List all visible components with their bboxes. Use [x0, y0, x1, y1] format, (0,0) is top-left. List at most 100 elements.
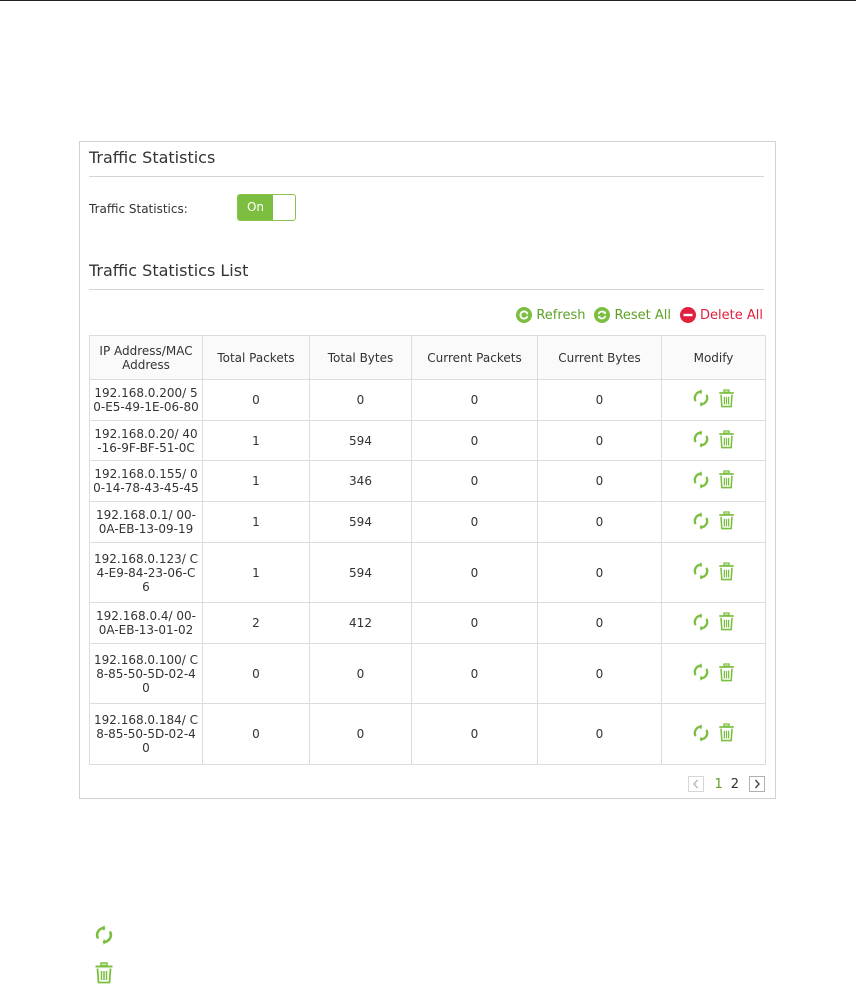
modify-cell — [661, 501, 766, 543]
current-bytes-cell: 0 — [537, 643, 662, 705]
total-bytes-cell: 0 — [309, 643, 412, 705]
table-row: 192.168.0.1/ 00-0A-EB-13-09-19 1 594 0 0 — [89, 501, 766, 543]
modify-cell — [661, 643, 766, 705]
traffic-statistics-table: IP Address/MAC Address Total Packets Tot… — [89, 335, 766, 765]
table-row: 192.168.0.200/ 50-E5-49-1E-06-80 0 0 0 0 — [89, 379, 766, 421]
refresh-label: Refresh — [536, 307, 586, 323]
top-rule — [0, 0, 856, 1]
ip-mac-cell: 192.168.0.200/ 50-E5-49-1E-06-80 — [89, 379, 203, 421]
total-packets-cell: 0 — [202, 379, 310, 421]
total-bytes-cell: 594 — [309, 419, 412, 462]
section-title-statistics-list: Traffic Statistics List — [89, 261, 249, 280]
refresh-button[interactable]: Refresh — [516, 307, 585, 323]
refresh-arrows-icon[interactable] — [692, 663, 710, 684]
next-page-button[interactable] — [749, 776, 765, 792]
total-bytes-cell: 0 — [309, 379, 412, 421]
ip-mac-cell: 192.168.0.20/ 40-16-9F-BF-51-0C — [89, 419, 203, 462]
page-2-link[interactable]: 2 — [731, 777, 739, 792]
current-bytes-cell: 0 — [537, 541, 662, 604]
ip-mac-cell: 192.168.0.123/ C4-E9-84-23-06-C6 — [89, 541, 203, 604]
current-packets-cell: 0 — [411, 419, 538, 462]
toggle-on-label: On — [238, 195, 273, 220]
total-packets-cell: 1 — [202, 541, 310, 604]
modify-cell — [661, 602, 766, 645]
page-1-link[interactable]: 1 — [714, 777, 722, 792]
refresh-arrows-icon[interactable] — [692, 471, 710, 492]
current-packets-cell: 0 — [411, 460, 538, 503]
column-header-ip-mac: IP Address/MAC Address — [89, 335, 203, 380]
trash-icon[interactable] — [718, 470, 735, 492]
refresh-arrows-icon[interactable] — [692, 562, 710, 583]
refresh-arrows-icon[interactable] — [692, 612, 710, 634]
chevron-right-icon — [754, 779, 760, 789]
total-bytes-cell: 412 — [309, 602, 412, 645]
current-packets-cell: 0 — [411, 643, 538, 705]
table-row: 192.168.0.155/ 00-14-78-43-45-45 1 346 0 0 — [89, 460, 766, 503]
modify-cell — [661, 703, 766, 765]
current-packets-cell: 0 — [411, 602, 538, 645]
modify-cell — [661, 379, 766, 421]
table-header-row: IP Address/MAC Address Total Packets Tot… — [89, 335, 766, 380]
trash-icon[interactable] — [718, 429, 735, 452]
ip-mac-cell: 192.168.0.184/ C8-85-50-5D-02-40 — [89, 703, 203, 765]
trash-icon[interactable] — [718, 511, 735, 533]
trash-icon[interactable] — [718, 612, 735, 634]
total-bytes-cell: 346 — [309, 460, 412, 503]
table-row: 192.168.0.100/ C8-85-50-5D-02-40 0 0 0 0 — [89, 643, 766, 705]
section-title-traffic-statistics: Traffic Statistics — [89, 148, 216, 167]
traffic-statistics-toggle[interactable]: On — [237, 194, 296, 221]
divider — [89, 289, 764, 290]
ip-mac-cell: 192.168.0.155/ 00-14-78-43-45-45 — [89, 460, 203, 503]
trash-icon[interactable] — [718, 663, 735, 685]
current-bytes-cell: 0 — [537, 379, 662, 421]
refresh-arrows-icon[interactable] — [692, 724, 710, 745]
list-actions: Refresh Reset All Delete All — [507, 307, 763, 323]
table-row: 192.168.0.4/ 00-0A-EB-13-01-02 2 412 0 0 — [89, 602, 766, 645]
current-packets-cell: 0 — [411, 703, 538, 765]
legend-refresh-icon — [95, 925, 113, 945]
total-packets-cell: 0 — [202, 703, 310, 765]
modify-cell — [661, 541, 766, 604]
column-header-total-packets: Total Packets — [202, 335, 310, 380]
column-header-total-bytes: Total Bytes — [309, 335, 412, 380]
reset-all-label: Reset All — [614, 307, 672, 323]
reset-all-button[interactable]: Reset All — [594, 307, 671, 323]
traffic-statistics-panel: Traffic Statistics Traffic Statistics: O… — [79, 141, 776, 799]
total-packets-cell: 1 — [202, 460, 310, 503]
traffic-statistics-label: Traffic Statistics: — [89, 202, 188, 216]
ip-mac-cell: 192.168.0.4/ 00-0A-EB-13-01-02 — [89, 602, 203, 645]
table-row: 192.168.0.184/ C8-85-50-5D-02-40 0 0 0 0 — [89, 703, 766, 765]
table-row: 192.168.0.123/ C4-E9-84-23-06-C6 1 594 0 0 — [89, 541, 766, 604]
current-bytes-cell: 0 — [537, 602, 662, 645]
current-bytes-cell: 0 — [537, 460, 662, 503]
trash-icon[interactable] — [718, 723, 735, 745]
total-packets-cell: 2 — [202, 602, 310, 645]
column-header-modify: Modify — [661, 335, 766, 380]
current-bytes-cell: 0 — [537, 501, 662, 543]
divider — [89, 176, 764, 177]
ip-mac-cell: 192.168.0.100/ C8-85-50-5D-02-40 — [89, 643, 203, 705]
current-bytes-cell: 0 — [537, 419, 662, 462]
refresh-arrows-icon[interactable] — [692, 389, 710, 410]
modify-cell — [661, 460, 766, 503]
ip-mac-cell: 192.168.0.1/ 00-0A-EB-13-09-19 — [89, 501, 203, 543]
reset-icon — [594, 307, 611, 323]
column-header-current-packets: Current Packets — [411, 335, 538, 380]
total-packets-cell: 1 — [202, 419, 310, 462]
legend-trash-icon — [95, 962, 113, 984]
current-packets-cell: 0 — [411, 541, 538, 604]
table-row: 192.168.0.20/ 40-16-9F-BF-51-0C 1 594 0 0 — [89, 419, 766, 462]
total-bytes-cell: 594 — [309, 501, 412, 543]
refresh-arrows-icon[interactable] — [692, 511, 710, 533]
prev-page-button[interactable] — [688, 776, 705, 792]
total-bytes-cell: 594 — [309, 541, 412, 604]
current-bytes-cell: 0 — [537, 703, 662, 765]
trash-icon[interactable] — [718, 389, 735, 411]
current-packets-cell: 0 — [411, 501, 538, 543]
delete-all-button[interactable]: Delete All — [680, 307, 763, 323]
refresh-arrows-icon[interactable] — [692, 430, 710, 451]
delete-all-label: Delete All — [700, 307, 763, 323]
refresh-icon — [516, 307, 533, 323]
trash-icon[interactable] — [718, 562, 735, 584]
column-header-current-bytes: Current Bytes — [537, 335, 662, 380]
